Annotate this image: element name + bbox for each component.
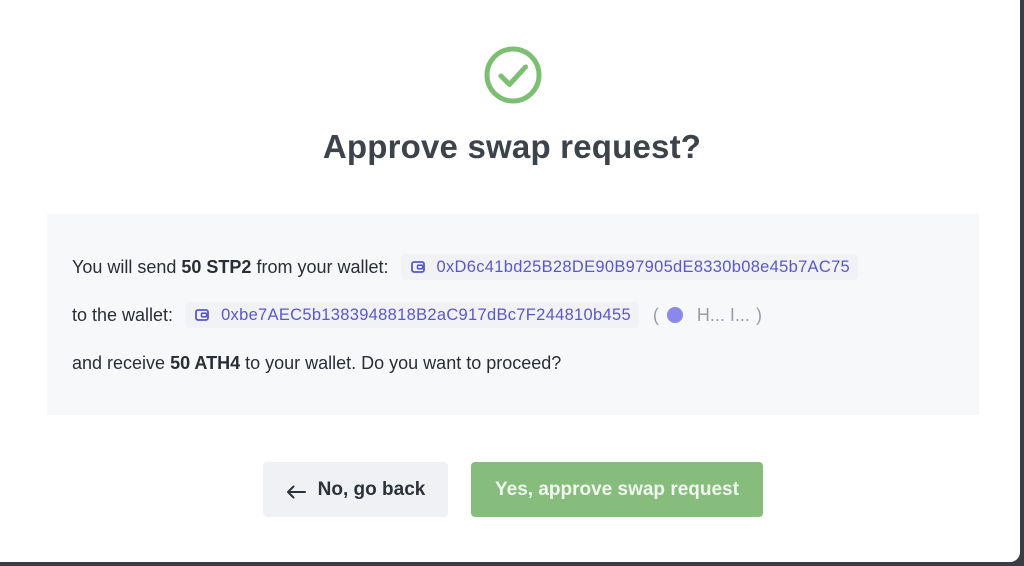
arrow-left-icon <box>286 483 306 498</box>
swap-details-panel: You will send 50 STP2 from your wallet: … <box>47 214 979 415</box>
source-address-text: 0xD6c41bd25B28DE90B97905dE8330b08e45b7AC… <box>436 257 851 276</box>
source-wallet-address[interactable]: 0xD6c41bd25B28DE90B97905dE8330b08e45b7AC… <box>400 254 859 280</box>
wallet-icon <box>410 259 426 275</box>
destination-wallet-address[interactable]: 0xbe7AEC5b1383948818B2aC917dBc7F244810b4… <box>185 302 639 328</box>
send-amount: 50 STP2 <box>181 256 252 277</box>
receive-line: and receive 50 ATH4 to your wallet. Do y… <box>72 350 561 376</box>
wallet-icon <box>194 307 210 323</box>
send-suffix: from your wallet: <box>251 256 389 277</box>
receive-suffix: to your wallet. Do you want to proceed? <box>240 352 562 373</box>
destination-prefix: to the wallet: <box>72 304 174 325</box>
approve-swap-label: Yes, approve swap request <box>495 478 739 500</box>
approve-swap-button[interactable]: Yes, approve swap request <box>471 462 763 517</box>
destination-identity[interactable]: ( H... I... ) <box>653 305 762 326</box>
send-prefix: You will send <box>72 256 182 277</box>
open-paren: ( <box>652 304 659 325</box>
close-paren: ) <box>755 304 762 325</box>
identity-name: H... I... <box>696 304 750 325</box>
approve-swap-dialog: Approve swap request? You will send 50 S… <box>0 0 1020 562</box>
send-line: You will send 50 STP2 from your wallet: … <box>72 254 859 280</box>
destination-line: to the wallet: 0xbe7AEC5b1383948818B2aC9… <box>72 302 762 328</box>
receive-amount: 50 ATH4 <box>170 352 241 373</box>
receive-prefix: and receive <box>72 352 171 373</box>
go-back-label: No, go back <box>317 478 426 500</box>
go-back-button[interactable]: No, go back <box>263 462 448 517</box>
check-circle-icon <box>484 46 542 104</box>
dialog-title: Approve swap request? <box>322 128 702 165</box>
destination-address-text: 0xbe7AEC5b1383948818B2aC917dBc7F244810b4… <box>221 305 631 324</box>
identity-avatar-icon <box>666 307 683 323</box>
